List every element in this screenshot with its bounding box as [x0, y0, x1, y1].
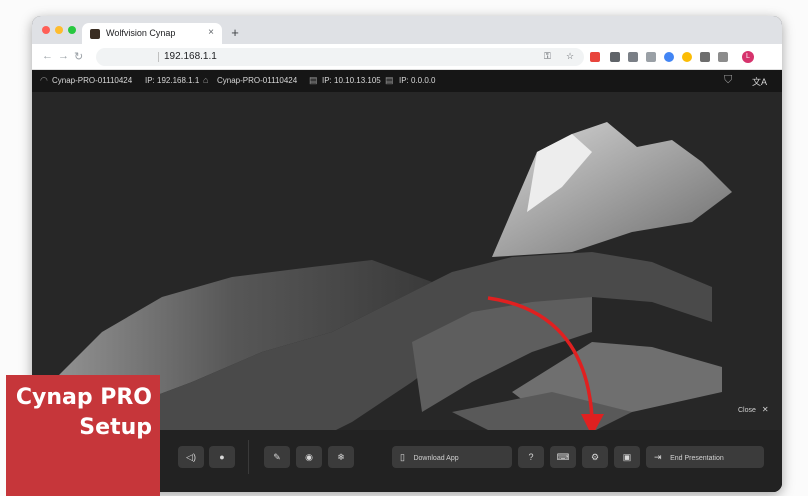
toolbar-divider — [248, 440, 249, 474]
extension-circle-icon[interactable] — [664, 52, 674, 62]
minimize-window-button[interactable] — [55, 26, 63, 34]
url-field[interactable]: 192.168.1.1 ⚿ ☆ — [96, 48, 584, 66]
settings-gear-icon: ⚙ — [590, 452, 600, 462]
close-icon: ✕ — [761, 405, 769, 414]
url-text[interactable]: 192.168.1.1 — [164, 51, 217, 62]
phone-icon: ▯ — [400, 452, 405, 462]
extension-code-icon[interactable] — [590, 52, 600, 62]
close-label: Close — [738, 407, 756, 414]
address-bar: ← → ↻ 192.168.1.1 ⚿ ☆ L — [32, 44, 782, 70]
microphone-button[interactable]: ● — [209, 446, 235, 468]
bookmark-star-icon[interactable]: ☆ — [566, 51, 574, 62]
new-tab-button[interactable]: + — [228, 26, 242, 40]
settings-button[interactable]: ⚙ — [582, 446, 608, 468]
back-icon[interactable]: ← — [42, 50, 53, 62]
download-app-label: Download App — [413, 455, 459, 462]
overlay-line-1: Cynap PRO — [15, 385, 152, 410]
wolfvision-favicon-icon — [90, 29, 100, 39]
help-icon: ? — [528, 452, 534, 462]
reload-icon[interactable]: ↻ — [74, 50, 83, 63]
close-presentation-link[interactable]: Close ✕ — [738, 405, 769, 414]
lan2-ip: IP: 0.0.0.0 — [399, 76, 436, 85]
page: Wolfvision Cynap × + ← → ↻ 192.168.1.1 ⚿… — [0, 0, 808, 496]
overlay-title: Cynap PRO Setup — [16, 383, 152, 443]
end-presentation-button[interactable]: ⇥ End Presentation — [646, 446, 764, 468]
freeze-icon: ❄ — [337, 452, 345, 462]
setup-overlay-badge: Cynap PRO Setup — [6, 375, 160, 496]
extension-shield-icon[interactable] — [610, 52, 620, 62]
wifi-ip: IP: 192.168.1.1 — [145, 76, 200, 85]
forward-icon[interactable]: → — [58, 50, 69, 62]
ethernet-2-icon: ▤ — [385, 75, 394, 85]
shield-user-icon[interactable]: ⛉ — [724, 74, 732, 87]
volume-icon: ◁) — [186, 452, 196, 462]
freeze-button[interactable]: ❄ — [328, 446, 354, 468]
volume-button[interactable]: ◁) — [178, 446, 204, 468]
lan-name: Cynap-PRO-01110424 — [217, 76, 298, 85]
lan-icon: ⌂ — [203, 75, 209, 85]
camera-icon: ◉ — [305, 452, 313, 462]
tab-close-icon[interactable]: × — [208, 27, 214, 38]
overlay-line-2: Setup — [79, 415, 152, 440]
keyboard-button[interactable]: ⌨ — [550, 446, 576, 468]
wifi-name: Cynap-PRO-01110424 — [52, 76, 133, 85]
lan-ip: IP: 10.10.13.105 — [322, 76, 381, 85]
profile-avatar[interactable]: L — [742, 51, 754, 63]
chrome-icon[interactable] — [682, 52, 692, 62]
browser-titlebar: Wolfvision Cynap × + — [32, 16, 782, 44]
extension-box-icon[interactable] — [646, 52, 656, 62]
device-status-bar: ◠ Cynap-PRO-01110424 IP: 192.168.1.1 ⌂ C… — [32, 70, 782, 92]
ethernet-icon: ▤ — [309, 75, 318, 85]
browser-tab[interactable]: Wolfvision Cynap × — [82, 23, 222, 44]
exit-icon: ⇥ — [654, 452, 662, 462]
key-icon[interactable]: ⚿ — [544, 51, 551, 62]
translate-icon[interactable]: 文A — [752, 75, 767, 88]
end-presentation-label: End Presentation — [670, 455, 724, 462]
keyboard-icon: ⌨ — [556, 452, 570, 462]
screenshot-button[interactable]: ◉ — [296, 446, 322, 468]
url-divider — [158, 52, 159, 62]
wifi-icon: ◠ — [40, 75, 48, 85]
tab-title: Wolfvision Cynap — [106, 28, 176, 38]
annotate-icon: ✎ — [273, 452, 281, 462]
close-window-button[interactable] — [42, 26, 50, 34]
screen-button[interactable]: ▣ — [614, 446, 640, 468]
screen-icon: ▣ — [622, 452, 632, 462]
annotate-button[interactable]: ✎ — [264, 446, 290, 468]
extension-folder-icon[interactable] — [718, 52, 728, 62]
extension-image-icon[interactable] — [700, 52, 710, 62]
microphone-icon: ● — [219, 452, 225, 462]
extension-grid-icon[interactable] — [628, 52, 638, 62]
maximize-window-button[interactable] — [68, 26, 76, 34]
help-button[interactable]: ? — [518, 446, 544, 468]
download-app-button[interactable]: ▯ Download App — [392, 446, 512, 468]
